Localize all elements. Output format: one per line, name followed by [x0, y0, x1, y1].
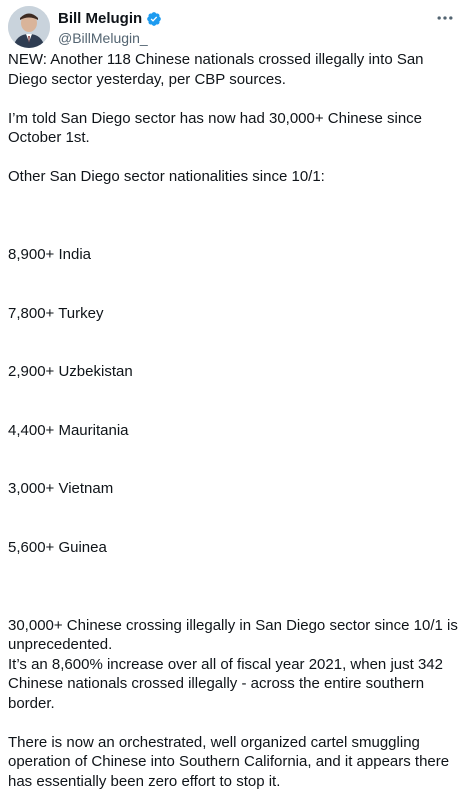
tweet-text: NEW: Another 118 Chinese nationals cross… [8, 50, 460, 811]
display-name-row: Bill Melugin [58, 10, 162, 28]
avatar[interactable] [8, 6, 50, 48]
avatar-image [8, 6, 50, 48]
tweet-header: Bill Melugin @BillMelugin_ [8, 6, 463, 50]
tweet-paragraph-4: 30,000+ Chinese crossing illegally in Sa… [8, 616, 458, 712]
more-horizontal-icon [437, 16, 453, 20]
tweet-paragraph-3: Other San Diego sector nationalities sin… [8, 168, 325, 185]
nationality-item: 4,400+ Mauritania [8, 421, 129, 439]
nationality-item: 5,600+ Guinea [8, 538, 107, 556]
tweet-paragraph-1: NEW: Another 118 Chinese nationals cross… [8, 51, 428, 88]
nationality-item: 7,800+ Turkey [8, 304, 104, 322]
author-names: Bill Melugin @BillMelugin_ [58, 10, 162, 47]
nationality-item: 3,000+ Vietnam [8, 480, 114, 497]
nationality-item: 8,900+ India [8, 246, 91, 263]
nationality-list: 8,900+ India 7,800+ Turkey 2,900+ Uzbeki… [8, 206, 460, 596]
display-name[interactable]: Bill Melugin [58, 10, 142, 28]
verified-badge-icon[interactable] [146, 11, 162, 27]
tweet-paragraph-2: I’m told San Diego sector has now had 30… [8, 109, 427, 147]
nationality-item: 2,900+ Uzbekistan [8, 363, 133, 380]
more-options-button[interactable] [433, 8, 457, 28]
tweet-card: Bill Melugin @BillMelugin_ NEW: Another … [0, 0, 471, 790]
author-handle[interactable]: @BillMelugin_ [58, 29, 162, 47]
tweet-paragraph-5: There is now an orchestrated, well organ… [8, 733, 454, 790]
